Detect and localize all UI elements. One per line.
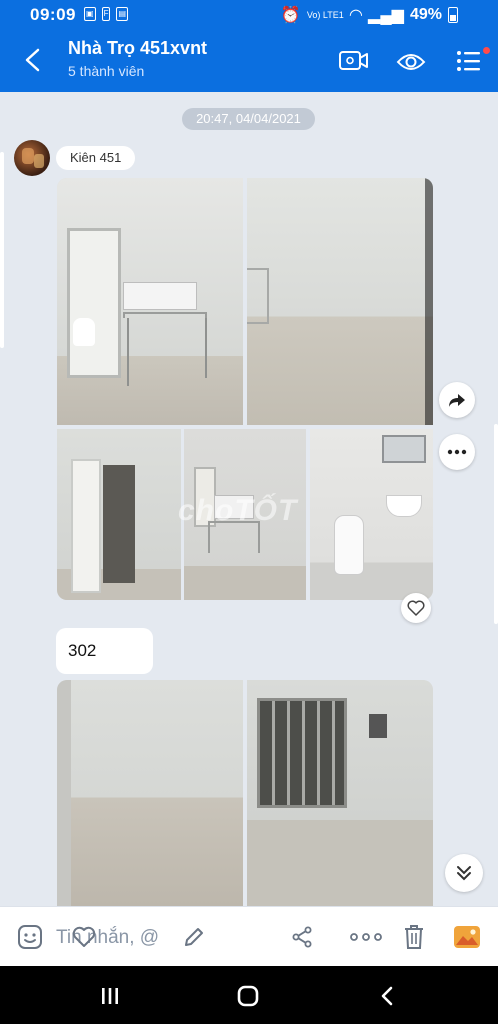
more-dots-icon-2 [350, 933, 382, 941]
sink [386, 495, 422, 517]
gallery-notification-icon: ▣ [84, 7, 96, 21]
date-separator: 20:47, 04/04/2021 [182, 108, 315, 130]
left-edge-handle[interactable] [0, 152, 4, 348]
emoji-icon [18, 925, 42, 949]
member-count[interactable]: 5 thành viên [68, 63, 144, 79]
text-message-bubble[interactable]: 302 [56, 628, 153, 674]
mirror [382, 435, 426, 463]
group-video-call-icon[interactable] [336, 44, 370, 78]
doorway [103, 465, 135, 583]
menu-list-icon[interactable] [452, 44, 486, 78]
watermark: choTỐT [178, 494, 298, 527]
send-photo-button[interactable] [450, 921, 484, 953]
home-icon[interactable] [234, 982, 262, 1010]
pen-button[interactable] [178, 921, 210, 953]
message-input-bar: Tin nhắn, @ [0, 906, 498, 966]
toilet [73, 318, 95, 346]
back-arrow-icon[interactable] [18, 44, 50, 76]
message-list[interactable]: 20:47, 04/04/2021 Kiên 451 choTỐT 302 [0, 92, 498, 906]
signal-icon: ▂▄▆ [368, 7, 404, 24]
heart-outline-icon [72, 926, 96, 947]
react-button[interactable] [401, 593, 431, 623]
room-photo-5[interactable] [310, 429, 433, 600]
sender-avatar[interactable] [14, 140, 50, 176]
notification-icons: ▣ F ▤ [84, 7, 129, 21]
chat-title[interactable]: Nhà Trọ 451xvnt [68, 38, 207, 59]
double-chevron-down-icon [457, 866, 471, 881]
share-icon [292, 926, 312, 948]
room-photo-3[interactable] [57, 429, 181, 600]
room-photo-7[interactable] [247, 680, 433, 906]
bathroom-door [67, 228, 121, 378]
heart-icon [407, 600, 425, 616]
room-photo-2[interactable] [247, 178, 433, 425]
more-dots-icon [447, 449, 467, 455]
heart-overlay-button[interactable] [68, 921, 100, 953]
room-photo-6[interactable] [57, 680, 243, 906]
sender-name[interactable]: Kiên 451 [56, 146, 136, 170]
counter-top [123, 282, 197, 310]
recent-apps-icon[interactable] [96, 982, 124, 1010]
image-icon [454, 926, 480, 948]
forward-button[interactable] [439, 382, 475, 418]
network-label: Vo) LTE1 [306, 10, 344, 20]
wifi-icon: ◠ [349, 7, 363, 24]
app-notification-icon-2: ▤ [116, 7, 129, 21]
more-options-button[interactable] [439, 434, 475, 470]
app-notification-icon: F [101, 7, 111, 21]
room-photo-1[interactable] [57, 178, 243, 425]
pen-icon [185, 928, 203, 946]
toilet-2 [334, 515, 364, 575]
delete-button[interactable] [398, 921, 430, 953]
open-door [71, 459, 101, 593]
status-bar: 09:09 ▣ F ▤ ⏰ Vo) LTE1 ◠ ▂▄▆ 49% [0, 0, 498, 30]
system-navigation-bar [0, 966, 498, 1024]
trash-icon [405, 925, 423, 949]
sticker-button[interactable] [14, 921, 46, 953]
system-status: ⏰ Vo) LTE1 ◠ ▂▄▆ 49% [281, 5, 458, 25]
more-input-button[interactable] [350, 921, 382, 953]
status-time: 09:09 [30, 5, 76, 24]
share-button[interactable] [286, 921, 318, 953]
alarm-icon: ⏰ [280, 7, 301, 24]
barred-window [257, 698, 347, 808]
back-nav-icon[interactable] [374, 982, 402, 1010]
scroll-to-bottom-button[interactable] [445, 854, 483, 892]
scrollbar[interactable] [494, 424, 498, 624]
battery-icon [448, 7, 458, 23]
battery-percent: 49% [409, 6, 442, 23]
chat-header: Nhà Trọ 451xvnt 5 thành viên [0, 30, 498, 92]
share-arrow-icon [449, 394, 465, 407]
notification-dot [483, 47, 490, 54]
eye-icon[interactable] [394, 44, 428, 78]
